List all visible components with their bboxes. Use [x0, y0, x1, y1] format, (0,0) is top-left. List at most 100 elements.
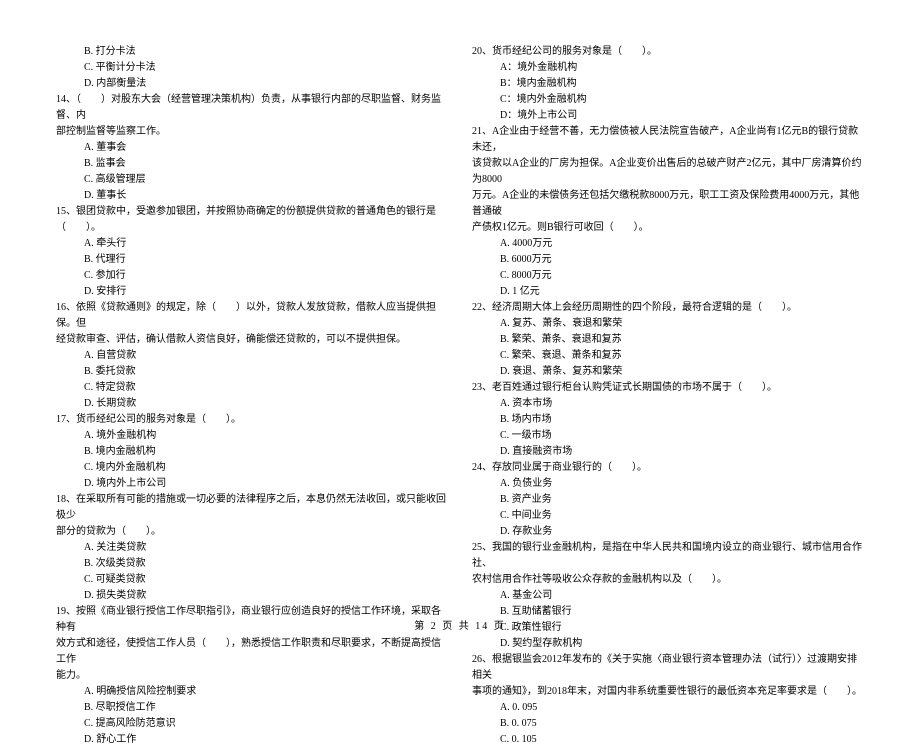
option: C. 参加行 — [84, 268, 448, 284]
option: B. 次级类贷款 — [84, 556, 448, 572]
option: A：境外金融机构 — [500, 60, 864, 76]
question-options: A. 牵头行B. 代理行C. 参加行D. 安排行 — [56, 236, 448, 300]
stem-line: 22、经济周期大体上会经历周期性的四个阶段，最符合逻辑的是（ ）。 — [472, 300, 864, 316]
stem-line: 事项的通知》，到2018年末，对国内非系统重要性银行的最低资本充足率要求是（ ）… — [472, 684, 864, 700]
option: D. 1 亿元 — [500, 284, 864, 300]
option: D：境外上市公司 — [500, 108, 864, 124]
stem-line: 部分的贷款为（ ）。 — [56, 524, 448, 540]
option: A. 境外金融机构 — [84, 428, 448, 444]
option: A. 关注类贷款 — [84, 540, 448, 556]
option: B. 监事会 — [84, 156, 448, 172]
stem-line: 16、依照《贷款通则》的规定，除（ ）以外，贷款人发放贷款，借款人应当提供担保。… — [56, 300, 448, 332]
option: D. 长期贷款 — [84, 396, 448, 412]
option: A. 负债业务 — [500, 476, 864, 492]
option: A. 基金公司 — [500, 588, 864, 604]
stem-line: 25、我国的银行业金融机构，是指在中华人民共和国境内设立的商业银行、城市信用合作… — [472, 540, 864, 572]
option: D. 安排行 — [84, 284, 448, 300]
question-options: A. 关注类贷款B. 次级类贷款C. 可疑类贷款D. 损失类贷款 — [56, 540, 448, 604]
question-options: A. 4000万元B. 6000万元C. 8000万元D. 1 亿元 — [472, 236, 864, 300]
stem-line: 23、老百姓通过银行柜台认购凭证式长期国债的市场不属于（ ）。 — [472, 380, 864, 396]
question-stem: 18、在采取所有可能的措施或一切必要的法律程序之后，本息仍然无法收回，或只能收回… — [56, 492, 448, 540]
option: A. 4000万元 — [500, 236, 864, 252]
option: D. 境内外上市公司 — [84, 476, 448, 492]
question-options: A. 境外金融机构B. 境内金融机构C. 境内外金融机构D. 境内外上市公司 — [56, 428, 448, 492]
option: A. 资本市场 — [500, 396, 864, 412]
stem-line: （ ）。 — [56, 220, 448, 236]
right-column: 20、货币经纪公司的服务对象是（ ）。A：境外金融机构B：境内金融机构C：境内外… — [472, 44, 864, 748]
question-stem: 21、A企业由于经营不善，无力偿债被人民法院宣告破产，A企业尚有1亿元B的银行贷… — [472, 124, 864, 236]
left-column: B. 打分卡法C. 平衡计分卡法D. 内部衡量法14、（ ）对股东大会（经营管理… — [56, 44, 448, 748]
option: C. 繁荣、衰退、萧条和复苏 — [500, 348, 864, 364]
question-options: A. 自营贷款B. 委托贷款C. 特定贷款D. 长期贷款 — [56, 348, 448, 412]
stem-line: 20、货币经纪公司的服务对象是（ ）。 — [472, 44, 864, 60]
stem-line: 经贷款审查、评估，确认借款人资信良好，确能偿还贷款的，可以不提供担保。 — [56, 332, 448, 348]
stem-line: 能力。 — [56, 668, 448, 684]
question-stem: 26、根据银监会2012年发布的《关于实施〈商业银行资本管理办法（试行）〉过渡期… — [472, 652, 864, 700]
question-stem: 24、存放同业属于商业银行的（ ）。 — [472, 460, 864, 476]
question-options: A. 0. 095B. 0. 075C. 0. 105 — [472, 700, 864, 748]
question-stem: 25、我国的银行业金融机构，是指在中华人民共和国境内设立的商业银行、城市信用合作… — [472, 540, 864, 588]
question-options: A. 复苏、萧条、衰退和繁荣B. 繁荣、萧条、衰退和复苏C. 繁荣、衰退、萧条和… — [472, 316, 864, 380]
question-options: A. 资本市场B. 场内市场C. 一级市场D. 直接融资市场 — [472, 396, 864, 460]
stem-line: 15、银团贷款中，受邀参加银团，并按照协商确定的份额提供贷款的普通角色的银行是 — [56, 204, 448, 220]
option: C. 可疑类贷款 — [84, 572, 448, 588]
question-options: A. 董事会B. 监事会C. 高级管理层D. 董事长 — [56, 140, 448, 204]
stem-line: 18、在采取所有可能的措施或一切必要的法律程序之后，本息仍然无法收回，或只能收回… — [56, 492, 448, 524]
option: B. 打分卡法 — [84, 44, 448, 60]
option: C. 境内外金融机构 — [84, 460, 448, 476]
option: C. 中间业务 — [500, 508, 864, 524]
option: B. 委托贷款 — [84, 364, 448, 380]
option: D. 衰退、萧条、复苏和繁荣 — [500, 364, 864, 380]
option: D. 舒心工作 — [84, 732, 448, 748]
option: B. 6000万元 — [500, 252, 864, 268]
question-options: A. 负债业务B. 资产业务C. 中间业务D. 存款业务 — [472, 476, 864, 540]
option: C. 0. 105 — [500, 732, 864, 748]
question-stem: 22、经济周期大体上会经历周期性的四个阶段，最符合逻辑的是（ ）。 — [472, 300, 864, 316]
question-stem: 17、货币经纪公司的服务对象是（ ）。 — [56, 412, 448, 428]
option: B. 繁荣、萧条、衰退和复苏 — [500, 332, 864, 348]
stem-line: 26、根据银监会2012年发布的《关于实施〈商业银行资本管理办法（试行）〉过渡期… — [472, 652, 864, 684]
stem-line: 万元。A企业的未偿债务还包括欠缴税款8000万元，职工工资及保险费用4000万元… — [472, 188, 864, 220]
stem-line: 该贷款以A企业的厂房为担保。A企业变价出售后的总破产财产2亿元，其中厂房清算价约… — [472, 156, 864, 188]
stem-line: 效方式和途径，使授信工作人员（ ），熟悉授信工作职责和尽职要求，不断提高授信工作 — [56, 636, 448, 668]
option: D. 存款业务 — [500, 524, 864, 540]
option: C. 一级市场 — [500, 428, 864, 444]
option: B. 0. 075 — [500, 716, 864, 732]
option: B：境内金融机构 — [500, 76, 864, 92]
question-stem: 14、（ ）对股东大会（经营管理决策机构）负责，从事银行内部的尽职监督、财务监督… — [56, 92, 448, 140]
stem-line: 部控制监督等监察工作。 — [56, 124, 448, 140]
option: A. 牵头行 — [84, 236, 448, 252]
option: C：境内外金融机构 — [500, 92, 864, 108]
option: D. 损失类贷款 — [84, 588, 448, 604]
option: B. 场内市场 — [500, 412, 864, 428]
option: B. 尽职授信工作 — [84, 700, 448, 716]
option: A. 明确授信风险控制要求 — [84, 684, 448, 700]
option: D. 直接融资市场 — [500, 444, 864, 460]
stem-line: 24、存放同业属于商业银行的（ ）。 — [472, 460, 864, 476]
option: C. 平衡计分卡法 — [84, 60, 448, 76]
option: A. 董事会 — [84, 140, 448, 156]
option: A. 0. 095 — [500, 700, 864, 716]
document-page: B. 打分卡法C. 平衡计分卡法D. 内部衡量法14、（ ）对股东大会（经营管理… — [0, 0, 920, 650]
stem-line: 17、货币经纪公司的服务对象是（ ）。 — [56, 412, 448, 428]
stem-line: 农村信用合作社等吸收公众存款的金融机构以及（ ）。 — [472, 572, 864, 588]
option: B. 资产业务 — [500, 492, 864, 508]
option: C. 8000万元 — [500, 268, 864, 284]
question-stem: 15、银团贷款中，受邀参加银团，并按照协商确定的份额提供贷款的普通角色的银行是（… — [56, 204, 448, 236]
question-options: B. 打分卡法C. 平衡计分卡法D. 内部衡量法 — [56, 44, 448, 92]
stem-line: 产债权1亿元。则B银行可收回（ ）。 — [472, 220, 864, 236]
question-stem: 16、依照《贷款通则》的规定，除（ ）以外，贷款人发放贷款，借款人应当提供担保。… — [56, 300, 448, 348]
question-stem: 19、按照《商业银行授信工作尽职指引》，商业银行应创造良好的授信工作环境，采取各… — [56, 604, 448, 684]
question-options: A：境外金融机构B：境内金融机构C：境内外金融机构D：境外上市公司 — [472, 60, 864, 124]
question-stem: 23、老百姓通过银行柜台认购凭证式长期国债的市场不属于（ ）。 — [472, 380, 864, 396]
page-footer: 第 2 页 共 14 页 — [0, 617, 920, 632]
question-options: A. 明确授信风险控制要求B. 尽职授信工作C. 提高风险防范意识D. 舒心工作 — [56, 684, 448, 748]
option: D. 内部衡量法 — [84, 76, 448, 92]
option: B. 境内金融机构 — [84, 444, 448, 460]
option: C. 特定贷款 — [84, 380, 448, 396]
option: C. 高级管理层 — [84, 172, 448, 188]
stem-line: 14、（ ）对股东大会（经营管理决策机构）负责，从事银行内部的尽职监督、财务监督… — [56, 92, 448, 124]
option: B. 代理行 — [84, 252, 448, 268]
two-column-layout: B. 打分卡法C. 平衡计分卡法D. 内部衡量法14、（ ）对股东大会（经营管理… — [56, 44, 864, 748]
question-stem: 20、货币经纪公司的服务对象是（ ）。 — [472, 44, 864, 60]
